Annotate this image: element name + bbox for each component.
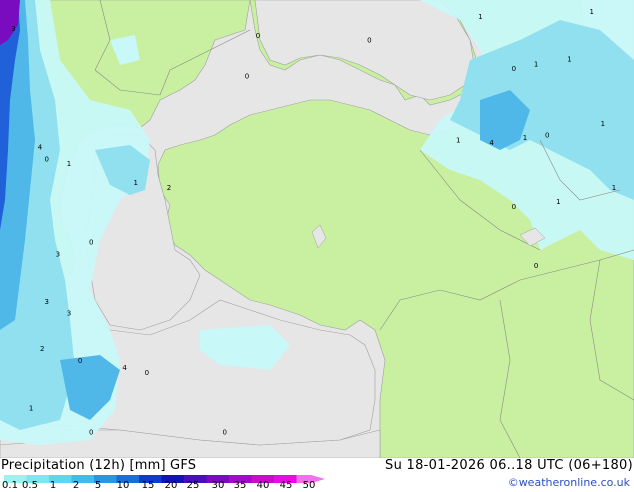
point-value-label: 1 — [612, 184, 616, 192]
point-value-label: 4 — [122, 364, 127, 372]
credit-link[interactable]: ©weatheronline.co.uk — [508, 476, 630, 489]
colorbar-label: 0.5 — [22, 480, 38, 491]
point-value-label: 0 — [223, 428, 227, 436]
point-value-label: 0 — [89, 238, 93, 246]
map-title: Precipitation (12h) [mm] GFS — [1, 458, 197, 473]
point-value-label: 1 — [523, 134, 527, 142]
colorbar-label: 30 — [211, 480, 225, 491]
point-value-label: 3 — [56, 250, 60, 258]
point-value-label: 1 — [601, 120, 605, 128]
colorbar-label: 2 — [72, 480, 80, 491]
point-value-label: 0 — [512, 203, 516, 211]
point-value-label: 1 — [534, 60, 538, 68]
point-value-label: 0 — [245, 72, 249, 80]
point-value-label: 0 — [534, 262, 538, 270]
point-value-label: 3 — [11, 25, 15, 33]
colorbar-label: 1 — [49, 480, 57, 491]
point-value-label: 0 — [45, 155, 49, 163]
point-value-label: 3 — [45, 298, 49, 306]
point-value-label: 4 — [489, 139, 494, 147]
point-value-label: 1 — [590, 8, 594, 16]
colorbar-label: 20 — [164, 480, 178, 491]
colorbar-label: 40 — [256, 480, 270, 491]
colorbar-label: 25 — [186, 480, 200, 491]
point-value-label: 1 — [556, 198, 560, 206]
point-value-label: 1 — [134, 179, 138, 187]
point-value-label: 3 — [67, 310, 71, 318]
point-value-label: 0 — [367, 37, 371, 45]
point-value-label: 0 — [545, 132, 549, 140]
colorbar-label: 45 — [279, 480, 293, 491]
point-value-label: 1 — [456, 136, 460, 144]
point-value-label: 2 — [40, 345, 44, 353]
footer-bar: Precipitation (12h) [mm] GFS Su 18-01-20… — [0, 458, 634, 492]
point-value-label: 1 — [67, 160, 71, 168]
precipitation-map: 0014123033204010 001101111 41 0101030 — [0, 0, 634, 458]
point-value-label: 0 — [89, 428, 93, 436]
colorbar-label: 15 — [141, 480, 155, 491]
valid-datetime: Su 18-01-2026 06..18 UTC (06+180) — [385, 458, 633, 473]
colorbar-label: 10 — [116, 480, 130, 491]
colorbar-label: 50 — [302, 480, 316, 491]
point-value-label: 1 — [567, 56, 571, 64]
point-value-label: 0 — [145, 369, 149, 377]
point-value-label: 0 — [78, 357, 82, 365]
colorbar-labels: 0.1 0.5 1 2 5 10 15 20 25 30 35 40 45 50 — [0, 480, 340, 492]
point-value-label: 1 — [478, 13, 482, 21]
point-value-label: 1 — [29, 405, 33, 413]
colorbar-label: 0.1 — [2, 480, 18, 491]
point-value-label: 0 — [512, 65, 516, 73]
colorbar-label: 35 — [233, 480, 247, 491]
point-value-label: 2 — [167, 184, 171, 192]
point-value-label: 0 — [256, 32, 260, 40]
colorbar-label: 5 — [94, 480, 102, 491]
point-value-label: 4 — [38, 144, 43, 152]
